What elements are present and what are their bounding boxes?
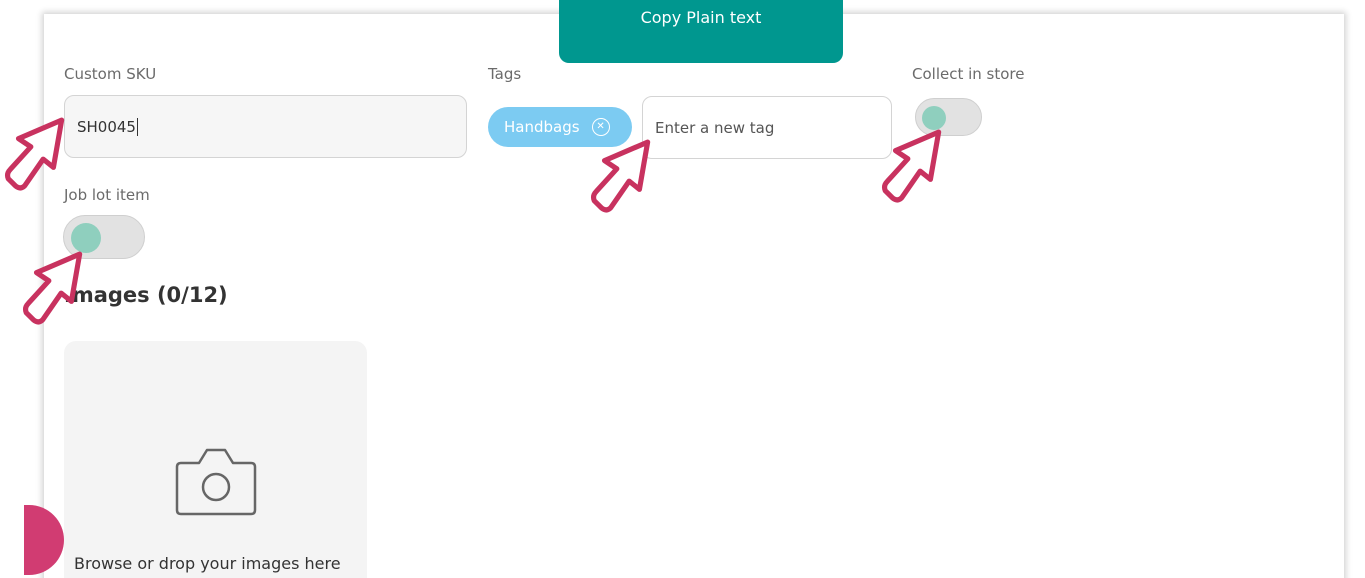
dropzone-text: Browse or drop your images here <box>74 554 341 573</box>
collect-in-store-toggle[interactable] <box>915 98 982 136</box>
remove-tag-icon[interactable]: ✕ <box>591 118 610 136</box>
images-section-title: Images (0/12) <box>64 283 228 307</box>
collect-in-store-label: Collect in store <box>912 65 1025 83</box>
image-dropzone[interactable]: Browse or drop your images here <box>64 341 367 578</box>
custom-sku-value: SH0045 <box>77 117 136 136</box>
tag-chip-handbags: Handbags ✕ <box>488 107 632 147</box>
new-tag-input[interactable]: Enter a new tag <box>642 96 892 159</box>
tags-label: Tags <box>488 65 522 83</box>
custom-sku-label: Custom SKU <box>64 65 157 83</box>
toggle-knob <box>71 223 101 253</box>
text-caret <box>136 117 138 136</box>
new-tag-placeholder: Enter a new tag <box>655 118 775 137</box>
copy-plain-text-button[interactable]: Copy Plain text <box>559 0 843 63</box>
job-lot-toggle[interactable] <box>63 215 145 259</box>
camera-icon <box>175 448 257 516</box>
tag-chip-label: Handbags <box>504 118 580 136</box>
toggle-knob <box>922 106 946 130</box>
job-lot-label: Job lot item <box>64 186 150 204</box>
custom-sku-input[interactable]: SH0045 <box>64 95 467 158</box>
